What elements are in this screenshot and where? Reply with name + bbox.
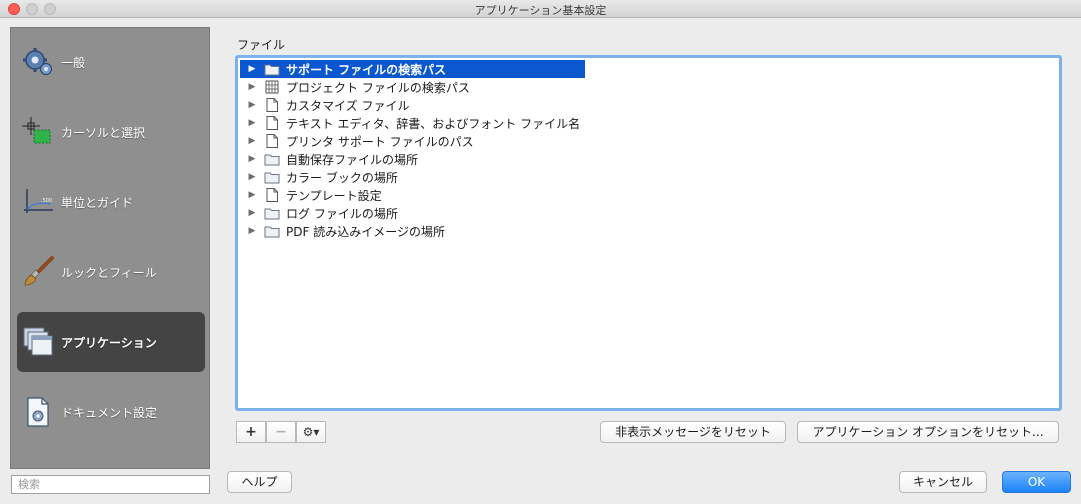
disclosure-triangle-icon[interactable]: ▶	[244, 64, 260, 74]
sidebar-item-label: ルックとフィール	[61, 265, 157, 280]
disclosure-triangle-icon[interactable]: ▶	[244, 190, 260, 200]
sidebar-item-application[interactable]: アプリケーション	[17, 312, 205, 372]
tree-row[interactable]: ▶ カスタマイズ ファイル	[240, 96, 409, 114]
svg-text:.500: .500	[41, 198, 52, 204]
disclosure-triangle-icon[interactable]: ▶	[244, 154, 260, 164]
tree-row[interactable]: ▶ プロジェクト ファイルの検索パス	[240, 78, 470, 96]
disclosure-triangle-icon[interactable]: ▶	[244, 82, 260, 92]
disclosure-triangle-icon[interactable]: ▶	[244, 118, 260, 128]
tree-row[interactable]: ▶ テキスト エディタ、辞書、およびフォント ファイル名	[240, 114, 580, 132]
title-bar: アプリケーション基本設定	[0, 0, 1081, 18]
sidebar-item-label: アプリケーション	[61, 335, 157, 350]
project-file-icon	[265, 80, 279, 94]
sidebar: 一般 カーソルと選択 .500 単位とガイド ルックとフィール アプリケーション…	[10, 27, 210, 469]
tree-row[interactable]: ▶ プリンタ サポート ファイルのパス	[240, 132, 474, 150]
file-tree[interactable]: ▶ サポート ファイルの検索パス ▶ プロジェクト ファイルの検索パス ▶ カス…	[235, 55, 1062, 411]
folder-icon	[264, 226, 280, 238]
search-input[interactable]	[11, 475, 210, 494]
tree-row[interactable]: ▶ 自動保存ファイルの場所	[240, 150, 418, 168]
folder-icon	[264, 64, 280, 76]
disclosure-triangle-icon[interactable]: ▶	[244, 226, 260, 236]
tree-row[interactable]: ▶ ログ ファイルの場所	[240, 204, 398, 222]
gear-icon	[23, 48, 53, 76]
sidebar-item-cursor-selection[interactable]: カーソルと選択	[17, 102, 205, 162]
tree-row[interactable]: ▶ サポート ファイルの検索パス	[240, 60, 585, 78]
document-settings-icon	[27, 397, 49, 427]
tree-row[interactable]: ▶ PDF 読み込みイメージの場所	[240, 222, 445, 240]
disclosure-triangle-icon[interactable]: ▶	[244, 136, 260, 146]
sidebar-item-document-settings[interactable]: ドキュメント設定	[17, 382, 205, 442]
folder-icon	[264, 172, 280, 184]
file-icon	[266, 116, 278, 130]
sidebar-item-label: ドキュメント設定	[61, 405, 158, 420]
sidebar-item-label: 単位とガイド	[61, 195, 134, 210]
folder-icon	[264, 208, 280, 220]
gear-menu-button[interactable]: ⚙▾	[296, 421, 326, 443]
disclosure-triangle-icon[interactable]: ▶	[244, 172, 260, 182]
sidebar-item-label: 一般	[61, 55, 86, 70]
sidebar-item-label: カーソルと選択	[61, 125, 146, 140]
remove-button[interactable]: −	[266, 421, 296, 443]
disclosure-triangle-icon[interactable]: ▶	[244, 100, 260, 110]
file-icon	[266, 188, 278, 202]
reset-application-options-button[interactable]: アプリケーション オプションをリセット...	[797, 421, 1059, 443]
brush-icon	[24, 256, 54, 286]
folder-icon	[264, 154, 280, 166]
file-icon	[266, 98, 278, 112]
add-button[interactable]: +	[236, 421, 266, 443]
file-icon	[266, 134, 278, 148]
cursor-select-icon	[22, 117, 51, 144]
tree-row[interactable]: ▶ テンプレート設定	[240, 186, 382, 204]
sidebar-item-units-guides[interactable]: .500 単位とガイド	[17, 172, 205, 232]
disclosure-triangle-icon[interactable]: ▶	[244, 208, 260, 218]
sidebar-item-look-feel[interactable]: ルックとフィール	[17, 242, 205, 302]
window-title: アプリケーション基本設定	[474, 4, 607, 17]
windows-icon	[23, 327, 53, 356]
help-button[interactable]: ヘルプ	[227, 471, 292, 493]
cancel-button[interactable]: キャンセル	[899, 471, 987, 493]
sidebar-item-general[interactable]: 一般	[17, 32, 205, 92]
tree-row[interactable]: ▶ カラー ブックの場所	[240, 168, 398, 186]
reset-hidden-messages-button[interactable]: 非表示メッセージをリセット	[600, 421, 786, 443]
ruler-guide-icon: .500	[24, 189, 53, 213]
section-label-files: ファイル	[237, 38, 286, 52]
ok-button[interactable]: OK	[1002, 471, 1071, 493]
